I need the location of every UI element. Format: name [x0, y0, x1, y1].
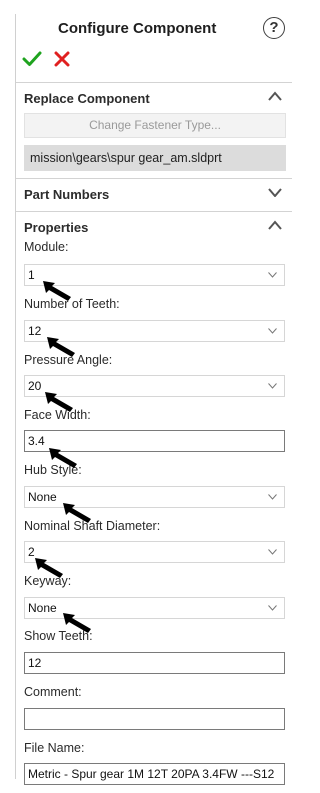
show-teeth-value: 12: [28, 656, 42, 670]
component-path-field[interactable]: mission\gears\spur gear_am.sldprt: [24, 145, 286, 171]
comment-input[interactable]: [24, 708, 285, 730]
hub-style-value: None: [28, 490, 57, 504]
panel-title: Configure Component: [58, 20, 217, 37]
file-name-value: Metric - Spur gear 1M 12T 20PA 3.4FW ---…: [28, 767, 275, 781]
chevron-up-icon[interactable]: [268, 220, 282, 230]
annotation-arrow-icon: [47, 337, 75, 357]
configure-component-panel: Configure Component ? Replace Component …: [0, 0, 292, 793]
chevron-down-icon[interactable]: [268, 494, 277, 500]
chevron-down-icon[interactable]: [268, 383, 277, 389]
chevron-down-icon[interactable]: [268, 272, 277, 278]
annotation-arrow-icon: [49, 448, 77, 468]
change-fastener-type-button[interactable]: Change Fastener Type...: [24, 113, 286, 138]
chevron-down-icon[interactable]: [268, 328, 277, 334]
chevron-down-icon[interactable]: [268, 549, 277, 555]
annotation-arrow-icon: [63, 613, 91, 633]
panel-left-border: [15, 14, 16, 779]
annotation-arrow-icon: [35, 558, 63, 578]
file-name-input[interactable]: Metric - Spur gear 1M 12T 20PA 3.4FW ---…: [24, 763, 285, 785]
help-icon[interactable]: ?: [263, 17, 285, 39]
keyway-value: None: [28, 601, 57, 615]
part-numbers-header[interactable]: Part Numbers: [16, 178, 292, 208]
number-of-teeth-value: 12: [28, 324, 42, 338]
chevron-down-icon[interactable]: [268, 187, 282, 197]
show-teeth-input[interactable]: 12: [24, 652, 285, 674]
nominal-shaft-diameter-label: Nominal Shaft Diameter:: [24, 519, 161, 533]
comment-label: Comment:: [24, 685, 82, 699]
face-width-value: 3.4: [28, 434, 45, 448]
file-name-label: File Name:: [24, 741, 85, 755]
chevron-up-icon[interactable]: [268, 91, 282, 101]
replace-component-header[interactable]: Replace Component: [16, 82, 292, 112]
properties-title: Properties: [24, 220, 89, 235]
replace-component-title: Replace Component: [24, 91, 150, 106]
part-numbers-title: Part Numbers: [24, 187, 110, 202]
chevron-down-icon[interactable]: [268, 605, 277, 611]
properties-header[interactable]: Properties: [16, 211, 292, 241]
annotation-arrow-icon: [45, 392, 73, 412]
checkmark-icon[interactable]: [22, 50, 42, 68]
module-value: 1: [28, 268, 35, 282]
annotation-arrow-icon: [63, 503, 91, 523]
pressure-angle-value: 20: [28, 379, 42, 393]
annotation-arrow-icon: [43, 281, 71, 301]
x-icon[interactable]: [54, 51, 70, 67]
module-label: Module:: [24, 240, 69, 254]
